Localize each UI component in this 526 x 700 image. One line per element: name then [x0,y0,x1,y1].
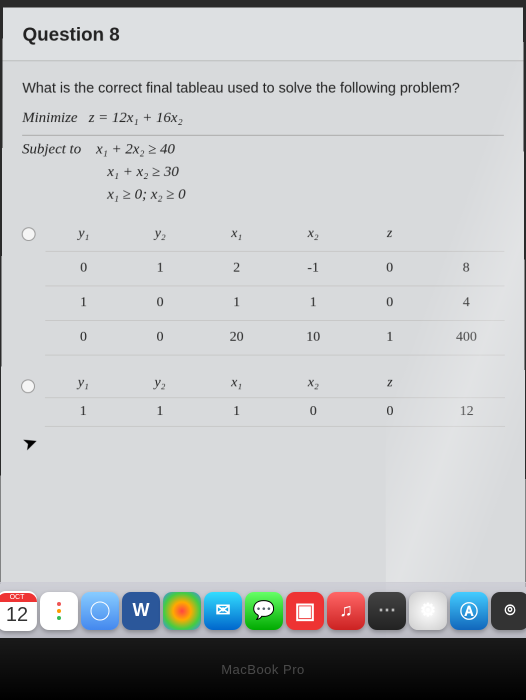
table-row: 1 0 1 1 0 4 [45,286,504,321]
table-row: 0 1 2 -1 0 8 [45,251,504,286]
minimize-label: Minimize [22,110,77,126]
subject-line: Subject to x₁ + 2x₂ ≥ 40 [22,142,504,159]
option-2[interactable]: y₁ y₂ x₁ x₂ z 1 1 1 0 0 [21,369,505,426]
device-label: MacBook Pro [221,662,305,677]
settings-icon[interactable]: ⚙ [409,592,447,630]
laptop-bezel: MacBook Pro [0,638,526,700]
calendar-day: 12 [6,602,28,628]
question-header: Question 8 [3,7,524,61]
table-row: 0 0 20 10 1 400 [45,320,505,355]
more-icon[interactable]: ⋯ [368,592,406,630]
music-icon[interactable]: ♫ [327,592,365,630]
question-body: What is the correct final tableau used t… [1,61,525,437]
quiz-screen: Question 8 What is the correct final tab… [0,7,526,640]
app-icon-red[interactable]: ▣ [286,592,324,630]
tableau-1: y₁ y₂ x₁ x₂ z 0 1 2 -1 0 [45,217,505,355]
photos-icon[interactable] [163,592,201,630]
question-prompt: What is the correct final tableau used t… [22,81,503,97]
calendar-month: OCT [0,593,37,602]
table-header: y₁ y₂ x₁ x₂ z [45,369,505,397]
word-letter: W [133,600,150,621]
question-title: Question 8 [23,25,504,47]
tableau-2: y₁ y₂ x₁ x₂ z 1 1 1 0 0 [45,369,505,426]
appstore-icon[interactable]: Ⓐ [450,592,488,630]
content: Question 8 What is the correct final tab… [1,7,525,436]
safari-icon[interactable] [81,592,119,630]
macos-dock: OCT 12 W ✉ 💬 ▣ ♫ ⋯ ⚙ Ⓐ ⌾ [0,582,526,638]
constraint-3: x₁ ≥ 0; x₂ ≥ 0 [22,187,504,204]
option-1[interactable]: y₁ y₂ x₁ x₂ z 0 1 2 -1 0 [21,217,505,355]
terminal-icon[interactable]: ⌾ [491,592,526,630]
mail-icon[interactable]: ✉ [204,592,242,630]
objective-expr: z = 12x₁ + 16x₂ [89,110,183,126]
constraint-1: x₁ + 2x₂ ≥ 40 [96,142,175,158]
table-header: y₁ y₂ x₁ x₂ z [45,217,504,251]
table-row: 1 1 1 0 0 12 [45,398,505,427]
reminders-icon[interactable] [40,592,78,630]
radio-1[interactable] [22,227,36,241]
divider [22,135,504,136]
calendar-icon[interactable]: OCT 12 [0,591,37,631]
objective-line: Minimize z = 12x₁ + 16x₂ [22,110,504,127]
subject-label: Subject to [22,142,81,158]
messages-icon[interactable]: 💬 [245,592,283,630]
radio-2[interactable] [21,379,35,393]
word-icon[interactable]: W [122,592,160,630]
constraint-2: x₁ + x₂ ≥ 30 [22,164,504,181]
